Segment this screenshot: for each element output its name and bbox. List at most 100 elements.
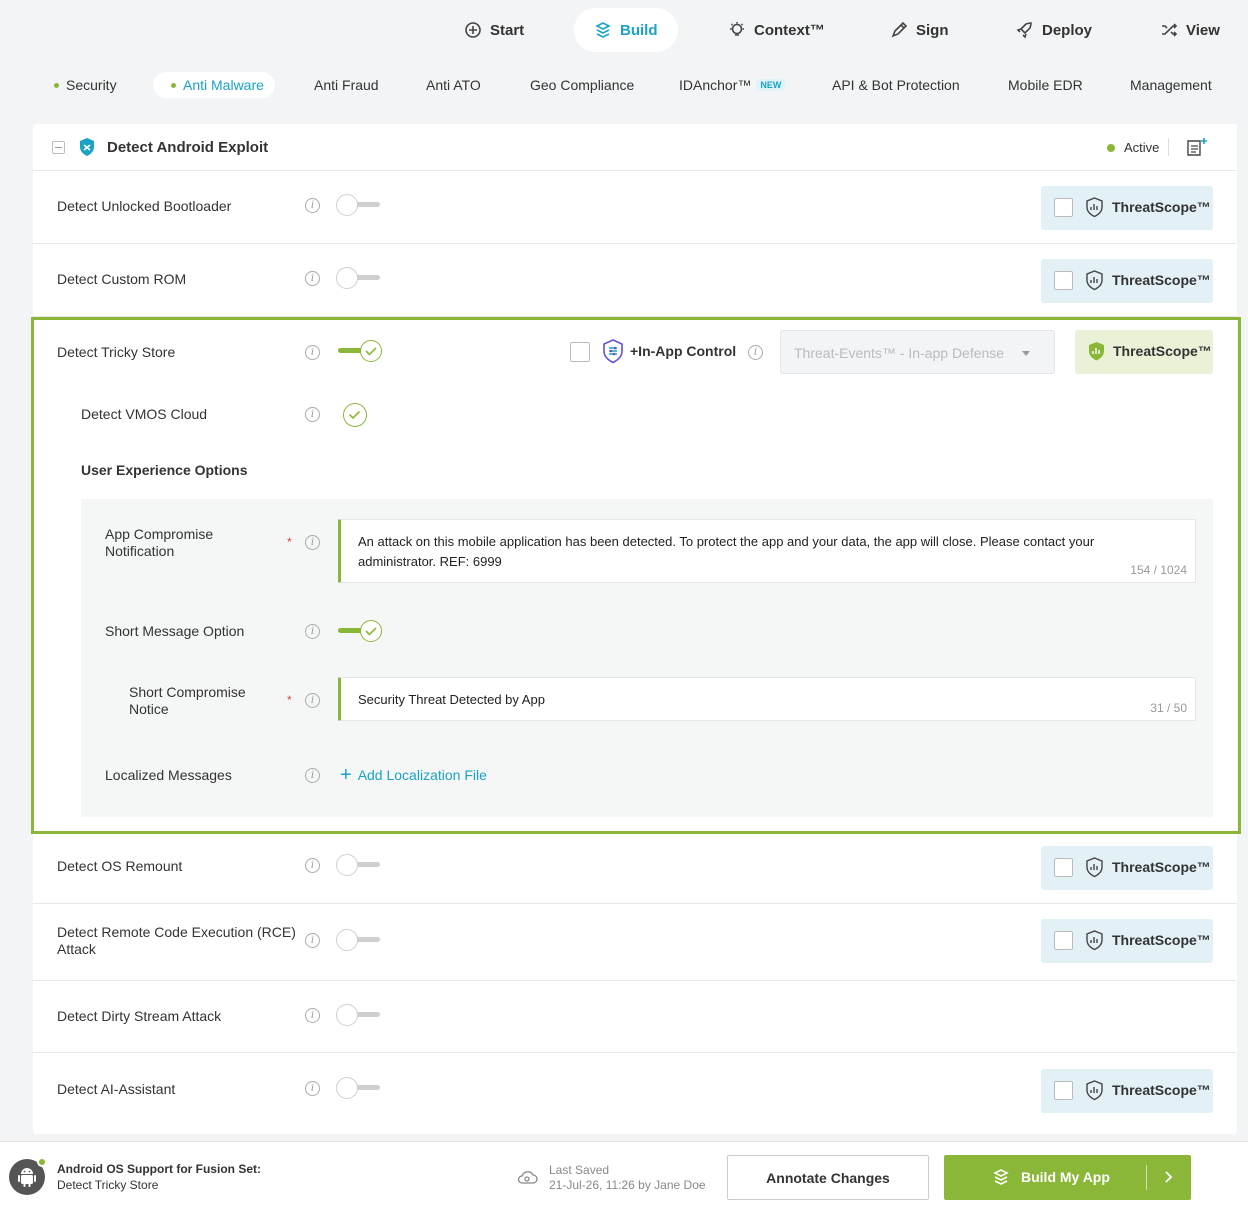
- row-label: Detect AI-Assistant: [57, 1081, 176, 1097]
- subnav-management-label: Management: [1130, 77, 1212, 93]
- cloud-sync-icon: [517, 1171, 538, 1184]
- android-avatar: [9, 1157, 47, 1195]
- localized-messages-label: Localized Messages: [105, 767, 232, 783]
- info-icon[interactable]: i: [748, 345, 763, 360]
- threatscope-checkbox[interactable]: [1054, 931, 1073, 950]
- status-dot: [171, 82, 176, 88]
- subnav-idanchor[interactable]: IDAnchor™ NEW: [679, 72, 786, 98]
- threatscope-checkbox[interactable]: [1054, 858, 1073, 877]
- threatscope-label: ThreatScope™: [1112, 272, 1211, 288]
- short-message-toggle[interactable]: [338, 620, 384, 644]
- nav-build[interactable]: Build: [574, 8, 678, 52]
- threatscope-shield-icon: [1089, 342, 1104, 361]
- info-icon[interactable]: i: [305, 198, 320, 213]
- add-localization-link[interactable]: + Add Localization File: [340, 765, 487, 785]
- threatscope-shield-icon: [1086, 857, 1103, 878]
- footer-subtitle: Detect Tricky Store: [57, 1178, 159, 1192]
- toggle-switch-on[interactable]: [338, 340, 384, 364]
- subnav-anti-malware[interactable]: Anti Malware: [153, 72, 275, 98]
- textarea-value: An attack on this mobile application has…: [358, 534, 1095, 569]
- info-icon[interactable]: i: [305, 271, 320, 286]
- info-icon[interactable]: i: [305, 624, 320, 639]
- char-count: 31 / 50: [1150, 701, 1187, 715]
- annotate-changes-button[interactable]: Annotate Changes: [727, 1155, 929, 1200]
- nav-deploy[interactable]: Deploy: [1016, 8, 1092, 52]
- subnav-anti-ato[interactable]: Anti ATO: [426, 72, 481, 98]
- info-icon[interactable]: i: [305, 933, 320, 948]
- nav-start-label: Start: [490, 21, 525, 39]
- subnav-anti-fraud[interactable]: Anti Fraud: [314, 72, 379, 98]
- subnav-anti-fraud-label: Anti Fraud: [314, 77, 379, 93]
- subnav-anti-malware-label: Anti Malware: [183, 77, 264, 93]
- threatscope-button[interactable]: ThreatScope™: [1041, 186, 1213, 230]
- in-app-control-label: +In-App Control: [630, 343, 737, 359]
- chevron-right-icon[interactable]: [1160, 1169, 1176, 1185]
- toggle-switch[interactable]: [336, 929, 382, 953]
- threatscope-button-active[interactable]: ThreatScope™: [1075, 330, 1213, 374]
- card-title: Detect Android Exploit: [107, 139, 269, 156]
- subnav-api-bot[interactable]: API & Bot Protection: [832, 72, 960, 98]
- divider: [1146, 1165, 1147, 1190]
- info-icon[interactable]: i: [305, 1008, 320, 1023]
- info-icon[interactable]: i: [305, 1081, 320, 1096]
- short-notice-label: Short Compromise Notice: [129, 684, 246, 717]
- row-unlocked-bootloader: Detect Unlocked Bootloader i ThreatScope…: [33, 172, 1237, 244]
- collapse-toggle[interactable]: [52, 141, 65, 154]
- threatscope-label: ThreatScope™: [1112, 859, 1211, 875]
- subnav-idanchor-label: IDAnchor™: [679, 77, 752, 93]
- subnav-mobile-edr[interactable]: Mobile EDR: [1008, 72, 1083, 98]
- required-mark: *: [287, 693, 292, 707]
- info-icon[interactable]: i: [305, 345, 320, 360]
- add-localization-label: Add Localization File: [357, 767, 487, 783]
- threatscope-checkbox[interactable]: [1054, 198, 1073, 217]
- threatscope-button[interactable]: ThreatScope™: [1041, 1069, 1213, 1113]
- nav-context[interactable]: Context™: [728, 8, 825, 52]
- info-icon[interactable]: i: [305, 407, 320, 422]
- row-ai-assistant: Detect AI-Assistant i ThreatScope™: [33, 1054, 1237, 1126]
- threatscope-button[interactable]: ThreatScope™: [1041, 259, 1213, 303]
- subnav-management[interactable]: Management: [1130, 72, 1212, 98]
- compromise-notification-textarea[interactable]: An attack on this mobile application has…: [338, 519, 1196, 583]
- row-label: Detect Remote Code Execution (RCE) Attac…: [57, 924, 296, 957]
- toggle-switch[interactable]: [336, 1004, 382, 1028]
- in-app-control-checkbox[interactable]: [570, 342, 590, 362]
- divider: [1168, 138, 1169, 156]
- toggle-switch[interactable]: [336, 194, 382, 218]
- select-value: Threat-Events™ - In-app Defense: [794, 345, 1005, 361]
- footer-bar: Android OS Support for Fusion Set: Detec…: [0, 1141, 1248, 1210]
- shuffle-icon: [1162, 23, 1178, 37]
- threatscope-checkbox[interactable]: [1054, 271, 1073, 290]
- subnav-geo-compliance[interactable]: Geo Compliance: [530, 72, 634, 98]
- row-label: Detect Dirty Stream Attack: [57, 1008, 222, 1024]
- build-my-app-label: Build My App: [1021, 1169, 1110, 1185]
- add-note-icon[interactable]: [1185, 136, 1209, 158]
- build-my-app-button[interactable]: Build My App: [944, 1155, 1191, 1200]
- row-label-tricky-store: Detect Tricky Store: [57, 344, 176, 360]
- threatscope-button[interactable]: ThreatScope™: [1041, 919, 1213, 963]
- active-status-label: Active: [1124, 140, 1160, 155]
- sub-option-checkbox[interactable]: [343, 403, 367, 427]
- info-icon[interactable]: i: [305, 858, 320, 873]
- nav-start[interactable]: Start: [464, 8, 524, 52]
- subnav-security[interactable]: Security: [54, 72, 117, 98]
- toggle-switch[interactable]: [336, 267, 382, 291]
- threat-events-select[interactable]: Threat-Events™ - In-app Defense: [780, 330, 1055, 374]
- nav-sign[interactable]: Sign: [890, 8, 949, 52]
- last-saved-value: 21-Jul-26, 11:26 by Jane Doe: [549, 1178, 706, 1192]
- last-saved-label: Last Saved: [549, 1163, 610, 1177]
- threatscope-button[interactable]: ThreatScope™: [1041, 846, 1213, 890]
- rocket-icon: [1016, 22, 1032, 39]
- info-icon[interactable]: i: [305, 693, 320, 708]
- toggle-switch[interactable]: [336, 1077, 382, 1101]
- check-icon: [365, 347, 377, 356]
- sub-option-label: Detect VMOS Cloud: [81, 406, 208, 422]
- toggle-switch[interactable]: [336, 854, 382, 878]
- info-icon[interactable]: i: [305, 768, 320, 783]
- threatscope-shield-icon: [1086, 270, 1103, 291]
- nav-view[interactable]: View: [1160, 8, 1220, 52]
- in-app-shield-icon: [603, 339, 623, 364]
- top-nav: Start Build Context™ Sign Deploy View: [0, 8, 1248, 52]
- short-notice-input[interactable]: Security Threat Detected by App 31 / 50: [338, 677, 1196, 721]
- threatscope-checkbox[interactable]: [1054, 1081, 1073, 1100]
- info-icon[interactable]: i: [305, 535, 320, 550]
